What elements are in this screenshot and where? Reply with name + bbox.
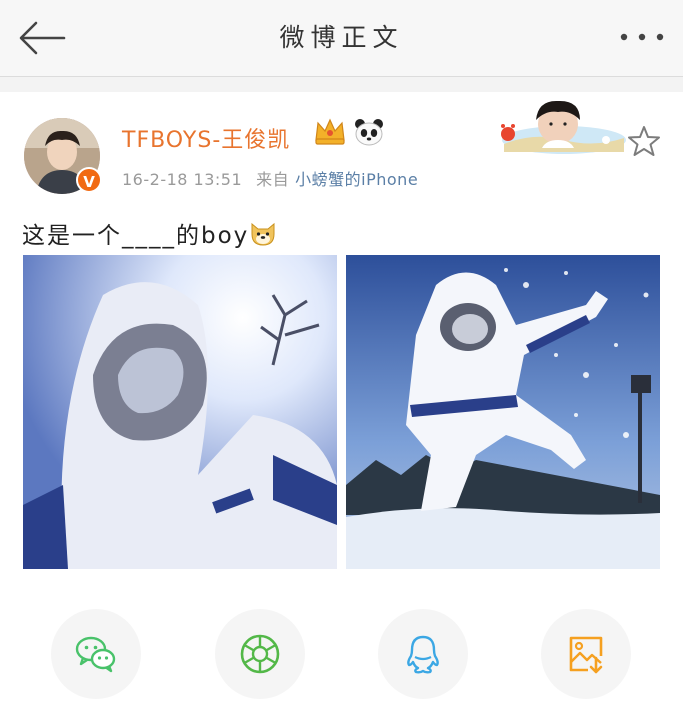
post-body: 这是一个____的boy: [22, 223, 250, 249]
panda-icon: [355, 119, 383, 146]
post-meta: 16-2-18 13:51 来自 小螃蟹的iPhone: [122, 166, 418, 190]
share-moments-button[interactable]: [215, 609, 305, 699]
post-text: 这是一个____的boy: [22, 216, 277, 250]
post-timestamp: 16-2-18 13:51: [122, 170, 243, 189]
astronaut-snow-image: [346, 255, 660, 569]
wechat-icon: [75, 636, 116, 673]
verified-badge: V: [76, 167, 102, 193]
dog-face-icon: [251, 222, 275, 246]
post-image-1[interactable]: [23, 255, 337, 569]
astronaut-selfie-image: [23, 255, 337, 569]
qq-icon: [407, 635, 439, 674]
profile-badge-image: [501, 100, 626, 154]
save-image-icon: [569, 636, 603, 674]
weibo-post-card: V TFBOYS-王俊凯 16-2-18 13:51 来自 小螃蟹的iPhone 这…: [0, 92, 683, 720]
top-bar: 微博正文: [0, 0, 683, 77]
post-image-2[interactable]: [346, 255, 660, 569]
username[interactable]: TFBOYS-王俊凯: [122, 122, 290, 154]
more-dots-icon[interactable]: [617, 28, 667, 46]
post-source[interactable]: 小螃蟹的iPhone: [295, 170, 418, 189]
from-label: 来自: [256, 170, 290, 189]
page-title: 微博正文: [279, 23, 404, 52]
share-wechat-button[interactable]: [51, 609, 141, 699]
save-image-button[interactable]: [541, 609, 631, 699]
share-qq-button[interactable]: [378, 609, 468, 699]
moments-icon: [240, 634, 280, 674]
star-icon[interactable]: [627, 124, 661, 158]
crown-icon: [315, 118, 345, 145]
